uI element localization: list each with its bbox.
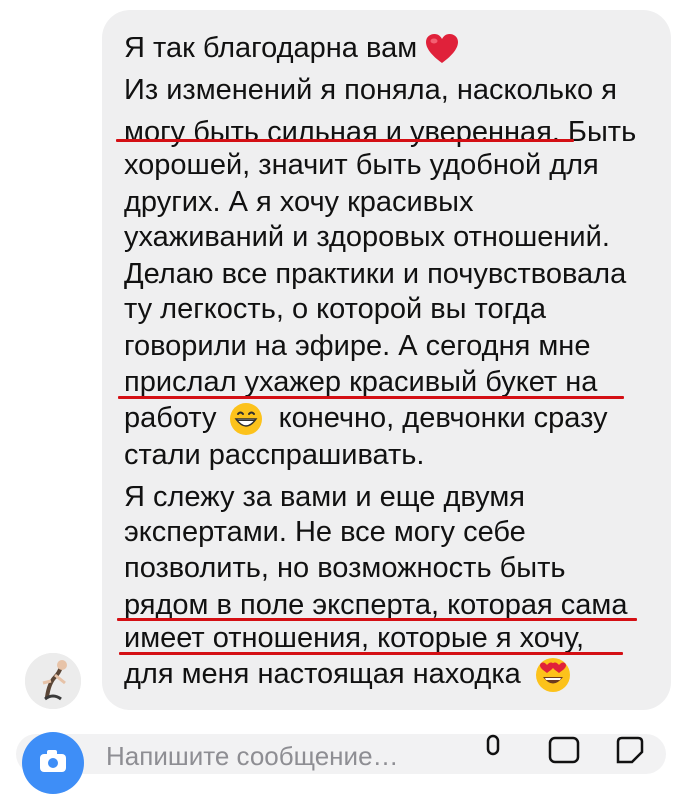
message-line-15: позволить, но возможность быть	[124, 552, 566, 584]
highlight-underline	[118, 396, 624, 399]
message-line-14: экспертами. Не все могу себе	[124, 516, 526, 548]
message-line-9: говорили на эфире. А сегодня мне	[124, 330, 591, 362]
message-line-2: Из изменений я поняла, насколько я	[124, 74, 617, 106]
message-line-3: могу быть сильная и уверенная. Быть	[124, 116, 637, 148]
message-line-7: Делаю все практики и почувствовала	[124, 258, 627, 290]
sticker-icon[interactable]	[614, 734, 646, 764]
message-line-18: для меня настоящая находка	[124, 657, 571, 693]
microphone-icon[interactable]	[478, 734, 508, 764]
highlight-underline	[119, 652, 623, 655]
message-line-13: Я слежу за вами и еще двумя	[124, 481, 526, 513]
message-line-11: работу конечно, девчонки сразу	[124, 401, 608, 436]
message-line-8: ту легкость, о которой вы тогда	[124, 293, 546, 325]
message-line-17: имеет отношения, которые я хочу,	[124, 622, 585, 654]
heart-eyes-emoji-icon	[535, 658, 570, 693]
message-line-10: прислал ухажер красивый букет на	[124, 366, 598, 398]
highlight-underline	[116, 139, 574, 142]
message-text: Я так благодарна вам	[124, 32, 418, 64]
message-composer: Напишите сообщение…	[0, 726, 684, 794]
message-text: конечно, девчонки сразу	[278, 402, 608, 434]
composer-placeholder: Напишите сообщение…	[106, 741, 399, 771]
grinning-emoji-icon	[229, 403, 262, 436]
message-text: для меня настоящая находка	[124, 658, 521, 690]
message-line-4: хорошей, значит быть удобной для	[124, 149, 599, 181]
avatar-image	[25, 653, 81, 709]
avatar[interactable]	[25, 653, 81, 709]
message-line-5: других. А я хочу красивых	[124, 186, 474, 218]
gallery-icon[interactable]	[548, 734, 580, 764]
camera-icon	[40, 750, 66, 772]
message-line-12: стали расспрашивать.	[124, 439, 425, 471]
camera-button[interactable]	[22, 732, 84, 794]
message-line-16: рядом в поле эксперта, которая сама	[124, 589, 628, 621]
heart-emoji-icon	[426, 34, 459, 64]
message-text: работу	[124, 402, 217, 434]
message-line-6: ухаживаний и здоровых отношений.	[124, 221, 610, 253]
message-line-1: Я так благодарна вам	[124, 31, 459, 65]
